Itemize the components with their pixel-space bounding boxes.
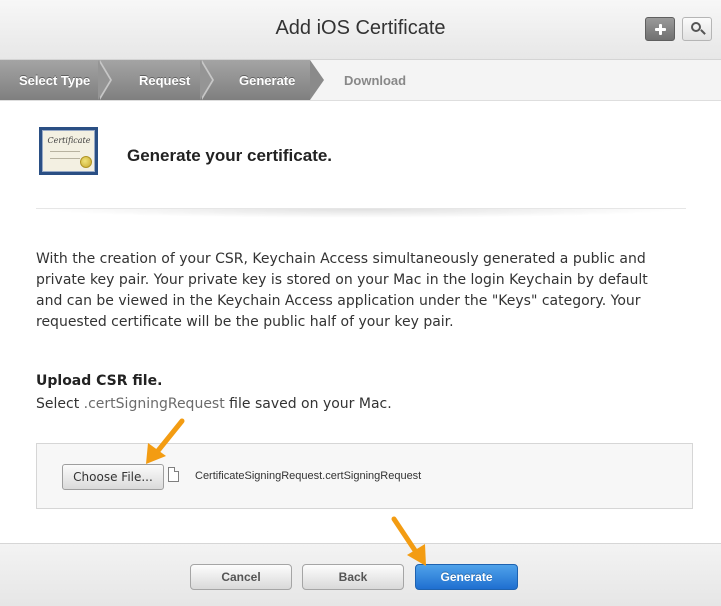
step-download: Download	[344, 73, 407, 88]
search-button[interactable]	[682, 17, 712, 41]
document-icon	[168, 467, 179, 482]
selected-file-name: CertificateSigningRequest.certSigningReq…	[195, 470, 422, 482]
step-select-type: Select Type	[19, 73, 91, 88]
step-request: Request	[139, 73, 191, 88]
section-heading: Generate your certificate.	[127, 146, 333, 165]
step-progress-bar: Select Type Request Generate Download	[0, 60, 721, 101]
certificate-icon: Certificate	[39, 127, 98, 175]
title-bar: Add iOS Certificate	[0, 0, 721, 60]
divider	[36, 208, 686, 218]
upload-heading: Upload CSR file.	[36, 373, 163, 389]
page-title: Add iOS Certificate	[275, 17, 446, 39]
choose-file-button[interactable]: Choose File...	[62, 464, 164, 490]
add-button[interactable]	[645, 17, 675, 41]
annotation-arrow-icon	[146, 418, 185, 464]
cancel-button[interactable]: Cancel	[190, 564, 292, 590]
annotation-arrow-icon	[391, 516, 426, 566]
step-generate: Generate	[239, 73, 296, 88]
seal-icon	[80, 156, 92, 168]
description-text: With the creation of your CSR, Keychain …	[36, 251, 648, 330]
upload-instructions: Select .certSigningRequest file saved on…	[36, 396, 392, 412]
file-extension: .certSigningRequest	[83, 396, 225, 412]
